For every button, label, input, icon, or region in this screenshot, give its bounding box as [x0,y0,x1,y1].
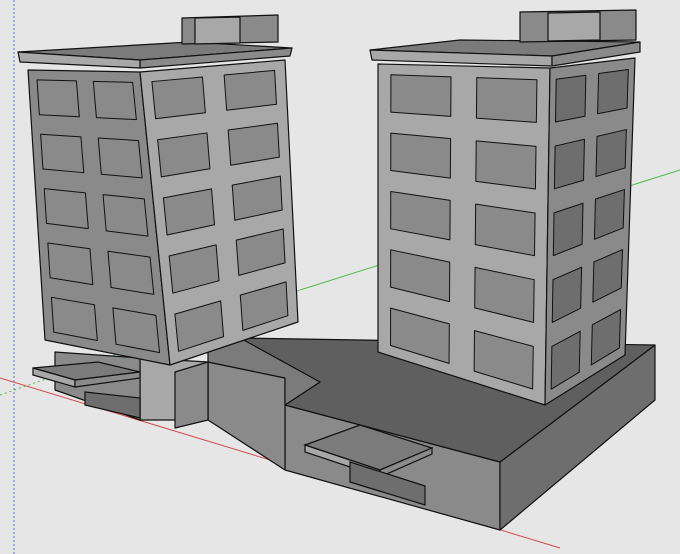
left-front-window [107,250,155,295]
right-front-window [475,140,537,190]
left-base-side [174,361,209,429]
right-front-window [390,74,452,117]
left-front-window [47,242,94,286]
left-front-window [43,188,89,230]
right-front-window [475,77,538,123]
right-front-window [390,132,452,179]
left-front-window [36,79,80,118]
left-front-window [97,137,143,179]
left-rooftop-unit-front [194,16,241,45]
left-side-window [223,69,277,111]
modeling-viewport[interactable] [0,0,680,554]
left-front-window [92,80,137,121]
left-front-window [102,194,149,237]
left-side-window [157,132,211,178]
right-side-window [597,69,629,115]
left-side-window [151,76,206,120]
3d-scene[interactable] [0,0,680,554]
right-tower[interactable] [369,9,641,406]
right-rooftop-unit-front [547,11,601,42]
right-side-window [553,138,585,190]
left-front-window [40,133,85,174]
right-side-window [554,74,587,123]
